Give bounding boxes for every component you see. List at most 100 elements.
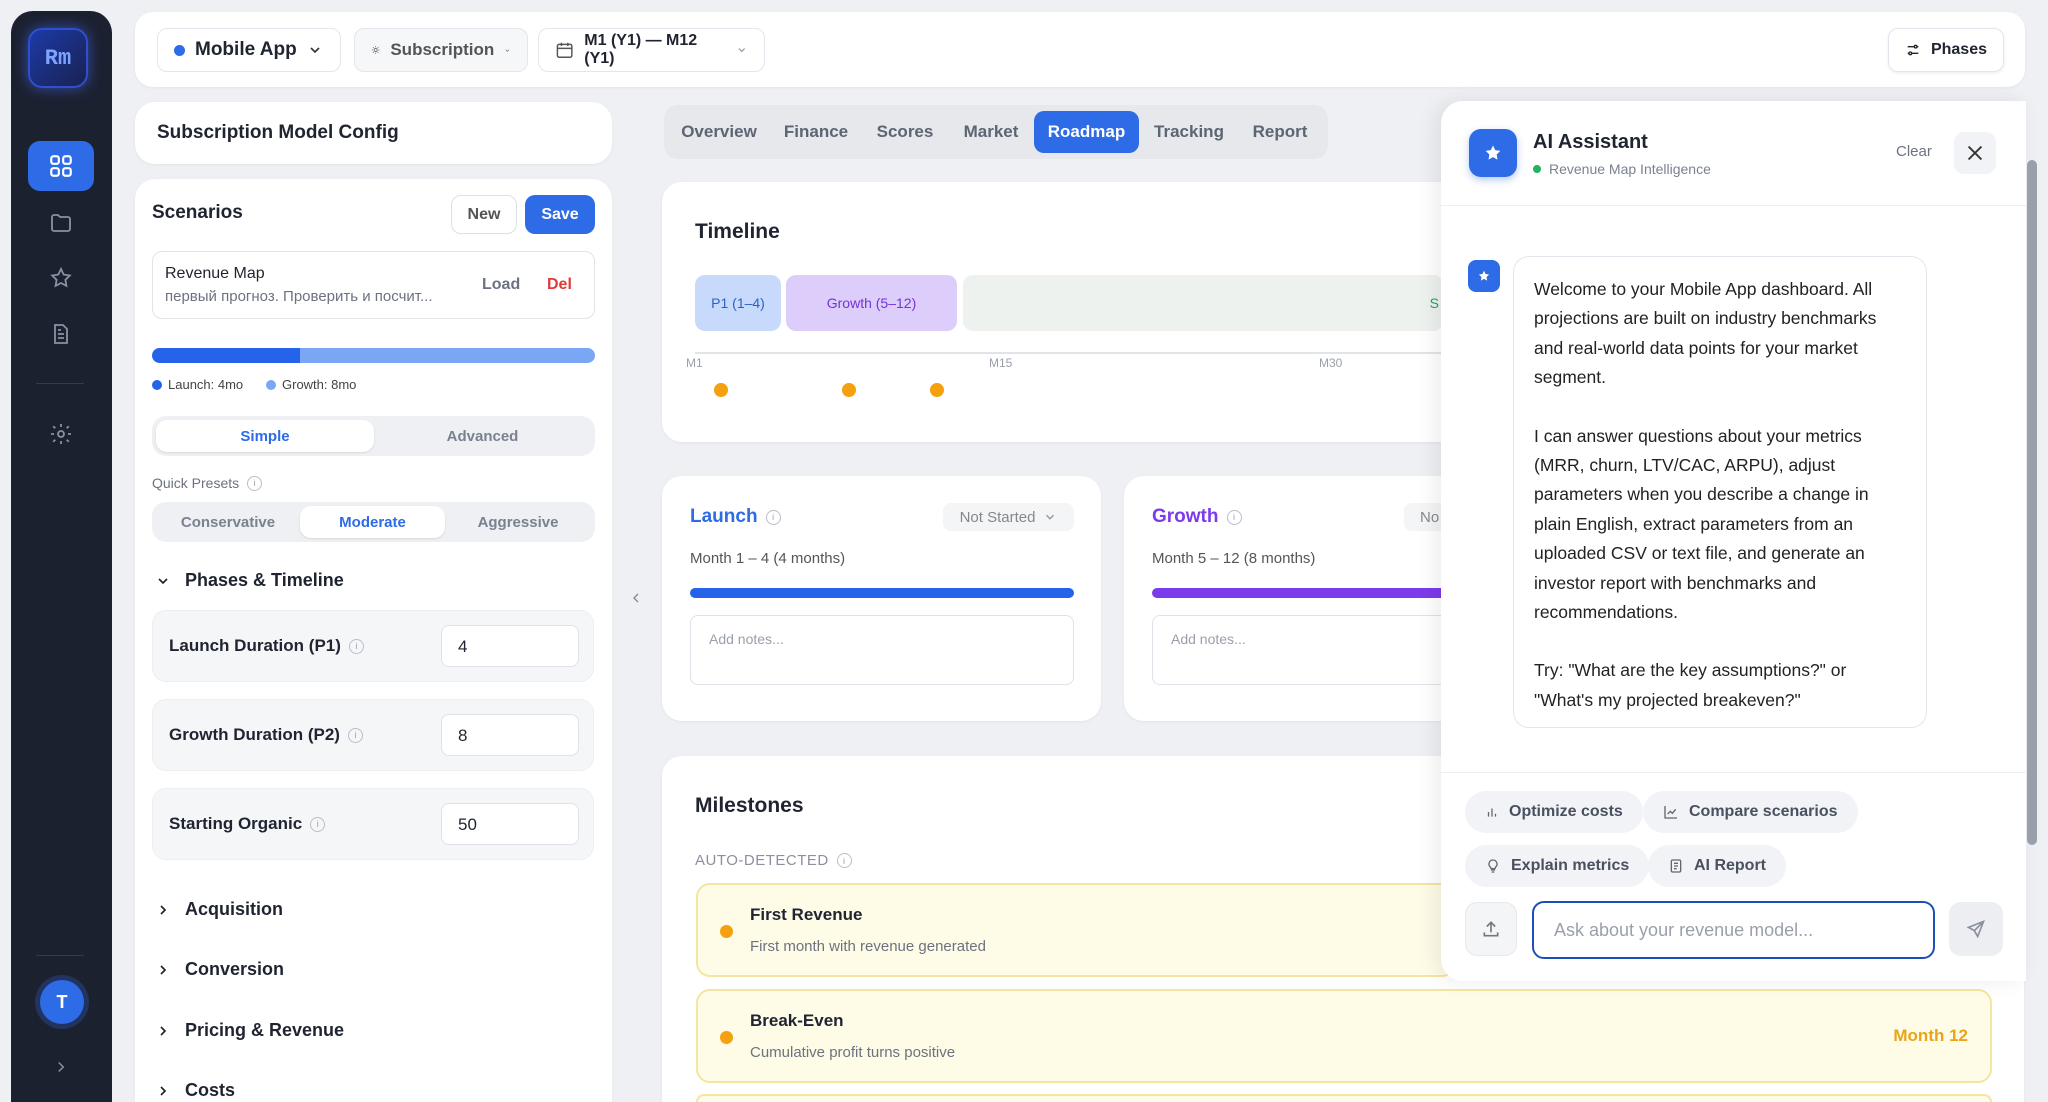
scenario-description: первый прогноз. Проверить и посчит... (165, 288, 433, 305)
close-icon[interactable] (1954, 132, 1996, 174)
rail-divider (36, 955, 84, 956)
load-button[interactable]: Load (482, 276, 520, 294)
mode-advanced[interactable]: Advanced (374, 420, 591, 452)
section-phases-timeline[interactable]: Phases & Timeline (155, 570, 344, 591)
timeline-milestone-dot[interactable] (714, 383, 728, 397)
expand-chevron-icon[interactable] (52, 1058, 70, 1076)
chevron-right-icon (160, 1085, 167, 1096)
info-icon[interactable]: i (348, 638, 364, 654)
section-costs[interactable]: Costs (155, 1080, 235, 1101)
assistant-input[interactable]: Ask about your revenue model... (1532, 901, 1935, 959)
month-label: M1 (686, 356, 703, 370)
chevron-right-icon (160, 1025, 167, 1036)
chip-optimize-costs[interactable]: Optimize costs (1465, 791, 1643, 833)
info-icon[interactable]: i (310, 816, 326, 832)
phase-range: Month 1 – 4 (4 months) (690, 550, 846, 567)
timeline-phase-scale[interactable]: S (963, 275, 1443, 331)
phase-status-dropdown[interactable]: Not Started (943, 503, 1074, 531)
collapse-panel-icon[interactable] (628, 588, 644, 608)
phase-notes-input[interactable]: Add notes... (690, 615, 1074, 685)
chevron-right-icon (160, 964, 167, 975)
preset-moderate[interactable]: Moderate (300, 506, 445, 538)
clear-button[interactable]: Clear (1896, 143, 1932, 160)
chip-compare-scenarios[interactable]: Compare scenarios (1643, 791, 1858, 833)
config-title: Subscription Model Config (157, 122, 399, 143)
info-icon[interactable]: i (347, 727, 363, 743)
growth-duration-input[interactable]: 8 (441, 714, 579, 756)
dashboard-icon[interactable] (28, 141, 94, 191)
scenario-item[interactable]: Revenue Map первый прогноз. Проверить и … (152, 251, 595, 319)
milestone-item[interactable] (696, 1094, 1992, 1102)
presets-toggle: Conservative Moderate Aggressive (152, 502, 595, 542)
date-range-selector[interactable]: M1 (Y1) — M12 (Y1) (538, 28, 765, 72)
timeline-title: Timeline (695, 220, 780, 243)
tab-report[interactable]: Report (1244, 111, 1316, 153)
phase-notes-input[interactable]: Add notes... (1152, 615, 1462, 685)
legend-launch: Launch: 4mo (152, 377, 243, 392)
calendar-icon (556, 42, 573, 58)
section-acquisition[interactable]: Acquisition (155, 899, 283, 920)
presets-label: Quick Presets i (152, 475, 263, 491)
phase-progress-launch (152, 348, 300, 363)
mode-toggle: Simple Advanced (152, 416, 595, 456)
legend-dot-icon (266, 379, 276, 390)
star-icon[interactable] (28, 253, 94, 303)
phase-progress-bar (690, 588, 1074, 598)
avatar[interactable]: T (40, 980, 84, 1024)
timeline-milestone-dot[interactable] (930, 383, 944, 397)
info-icon[interactable]: i (1226, 509, 1242, 525)
model-name: Subscription (390, 40, 495, 59)
timeline-axis (695, 352, 1443, 354)
mode-simple[interactable]: Simple (156, 420, 374, 452)
tab-scores[interactable]: Scores (869, 111, 941, 153)
param-growth-duration: Growth Duration (P2) i 8 (152, 699, 594, 771)
milestone-dot-icon (720, 1031, 733, 1044)
chip-ai-report[interactable]: AI Report (1648, 845, 1786, 887)
info-icon[interactable]: i (836, 853, 852, 868)
milestone-item[interactable]: First Revenue First month with revenue g… (696, 883, 1456, 977)
chip-explain-metrics[interactable]: Explain metrics (1465, 845, 1650, 887)
chevron-down-icon (158, 577, 168, 584)
send-icon[interactable] (1949, 902, 2003, 956)
info-icon[interactable]: i (765, 509, 781, 525)
section-pricing-revenue[interactable]: Pricing & Revenue (155, 1020, 344, 1041)
milestone-item[interactable]: Break-Even Cumulative profit turns posit… (696, 989, 1992, 1083)
scrollbar[interactable] (2027, 160, 2037, 845)
app-logo[interactable]: Rm (28, 28, 88, 88)
timeline-phase-growth[interactable]: Growth (5–12) (786, 275, 957, 331)
info-icon[interactable]: i (247, 475, 263, 491)
milestone-month: Month 12 (1893, 1026, 1968, 1045)
save-button[interactable]: Save (525, 195, 595, 234)
model-selector[interactable]: Subscription (354, 28, 528, 72)
folder-icon[interactable] (28, 198, 94, 248)
milestones-subtitle: AUTO-DETECTED i (695, 852, 852, 869)
timeline-phase-p1[interactable]: P1 (1–4) (695, 275, 781, 331)
settings-icon[interactable] (28, 409, 94, 459)
project-selector[interactable]: Mobile App (157, 28, 341, 72)
starting-organic-input[interactable]: 50 (441, 803, 579, 845)
scenarios-title: Scenarios (152, 202, 243, 223)
tab-overview[interactable]: Overview (673, 111, 765, 153)
tab-market[interactable]: Market (953, 111, 1029, 153)
preset-aggressive[interactable]: Aggressive (445, 506, 591, 538)
month-label: M15 (989, 356, 1013, 370)
phases-button[interactable]: Phases (1888, 28, 2004, 72)
document-icon[interactable] (28, 309, 94, 359)
line-chart-icon (1664, 806, 1677, 819)
tab-roadmap[interactable]: Roadmap (1034, 111, 1139, 153)
preset-conservative[interactable]: Conservative (156, 506, 300, 538)
phase-progress-bar (152, 348, 595, 363)
chevron-down-icon (738, 48, 746, 53)
tab-finance[interactable]: Finance (773, 111, 859, 153)
new-scenario-button[interactable]: New (451, 195, 517, 234)
section-conversion[interactable]: Conversion (155, 959, 284, 980)
legend-growth: Growth: 8mo (266, 377, 356, 392)
launch-duration-input[interactable]: 4 (441, 625, 579, 667)
chevron-down-icon (310, 47, 320, 54)
delete-button[interactable]: Del (547, 276, 572, 294)
timeline-milestone-dot[interactable] (842, 383, 856, 397)
online-status-icon (1533, 165, 1541, 173)
param-starting-organic: Starting Organic i 50 (152, 788, 594, 860)
tab-tracking[interactable]: Tracking (1144, 111, 1234, 153)
upload-icon[interactable] (1465, 902, 1517, 956)
